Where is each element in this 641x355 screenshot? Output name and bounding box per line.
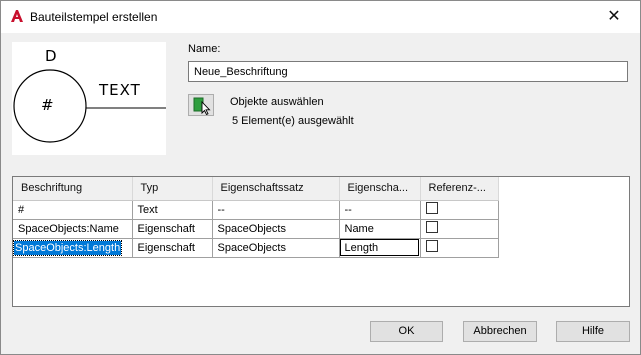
name-label: Name: (188, 43, 221, 55)
column-header-type[interactable]: Typ (132, 177, 213, 201)
selected-label-text: SpaceObjects:Length (13, 239, 123, 256)
table-row-selected[interactable]: SpaceObjects:Length Eigenschaft SpaceObj… (13, 238, 499, 258)
window-title: Bauteilstempel erstellen (30, 10, 158, 24)
cancel-button[interactable]: Abbrechen (463, 321, 537, 342)
select-objects-button[interactable] (188, 94, 214, 116)
reference-checkbox[interactable] (425, 202, 438, 215)
cell-type[interactable]: Eigenschaft (132, 238, 213, 258)
tag-preview-drawing: D # TEXT (13, 47, 166, 143)
cell-label[interactable]: # (13, 200, 133, 220)
close-button[interactable]: ✕ (597, 5, 631, 29)
autocad-a-icon (11, 10, 23, 22)
cell-property-set[interactable]: SpaceObjects (212, 219, 340, 239)
select-objects-label: Objekte auswählen (230, 96, 324, 108)
cell-type[interactable]: Eigenschaft (132, 219, 213, 239)
help-button[interactable]: Hilfe (556, 321, 630, 342)
cell-property[interactable]: Name (339, 219, 421, 239)
column-header-property[interactable]: Eigenscha... (339, 177, 421, 201)
cell-reference[interactable] (420, 238, 499, 258)
cell-property[interactable]: Length (339, 238, 421, 258)
cell-type[interactable]: Text (132, 200, 213, 220)
column-header-label[interactable]: Beschriftung (13, 177, 133, 201)
table-row[interactable]: # Text -- -- (13, 200, 499, 220)
grid-header-row: Beschriftung Typ Eigenschaftssatz Eigens… (13, 177, 499, 201)
cell-label[interactable]: SpaceObjects:Name (13, 219, 133, 239)
preview-side-text: TEXT (98, 81, 141, 99)
column-header-property-set[interactable]: Eigenschaftssatz (212, 177, 340, 201)
cell-label-selected[interactable]: SpaceObjects:Length (13, 238, 133, 258)
create-tag-dialog: Bauteilstempel erstellen ✕ D # TEXT Name… (0, 0, 641, 355)
select-objects-icon (193, 97, 211, 116)
selection-count: 5 Element(e) ausgewählt (232, 115, 354, 127)
name-input[interactable] (188, 61, 628, 82)
reference-checkbox[interactable] (425, 240, 438, 253)
cell-property-set[interactable]: -- (212, 200, 340, 220)
cell-reference[interactable] (420, 219, 499, 239)
column-header-reference[interactable]: Referenz-... (420, 177, 499, 201)
title-bar: Bauteilstempel erstellen ✕ (1, 1, 640, 33)
preview-circle-label: # (41, 96, 54, 114)
tag-preview: D # TEXT (12, 42, 166, 155)
cell-reference[interactable] (420, 200, 499, 220)
preview-top-letter: D (45, 47, 57, 65)
table-row[interactable]: SpaceObjects:Name Eigenschaft SpaceObjec… (13, 219, 499, 239)
cell-property[interactable]: -- (339, 200, 421, 220)
cell-property-set[interactable]: SpaceObjects (212, 238, 340, 258)
reference-checkbox[interactable] (425, 221, 438, 234)
property-grid: Beschriftung Typ Eigenschaftssatz Eigens… (12, 176, 630, 307)
ok-button[interactable]: OK (370, 321, 443, 342)
